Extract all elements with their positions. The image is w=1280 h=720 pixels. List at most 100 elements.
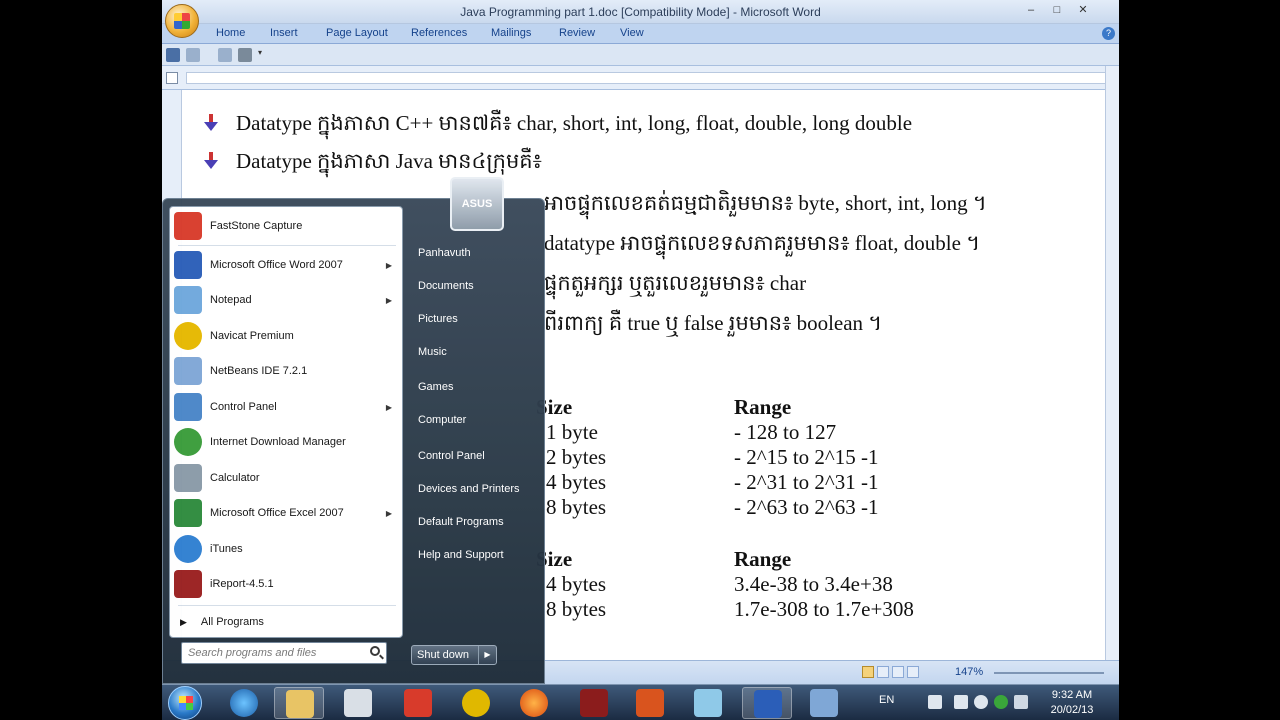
program-netbeans[interactable]: NetBeans IDE 7.2.1: [174, 354, 400, 388]
bullet-arrow-icon: [204, 152, 218, 170]
submenu-arrow-icon: ▶: [385, 295, 392, 305]
tab-insert[interactable]: Insert: [270, 27, 298, 39]
minimize-button[interactable]: –: [1020, 2, 1042, 18]
start-link-computer[interactable]: Computer: [418, 414, 466, 426]
view-buttons[interactable]: [862, 666, 942, 680]
list-item: Datatype ក្នុងភាសា Java មាន៤ក្រុមគឺ៖: [204, 148, 542, 179]
program-notepad[interactable]: Notepad ▶: [174, 283, 400, 317]
program-word-2007[interactable]: Microsoft Office Word 2007 ▶: [174, 248, 400, 282]
tab-page-layout[interactable]: Page Layout: [326, 27, 388, 39]
taskbar-button-explorer[interactable]: [274, 687, 324, 719]
taskbar-button-word[interactable]: [742, 687, 792, 719]
table-cell: 8 bytes: [546, 597, 607, 621]
firefox-icon[interactable]: [520, 689, 548, 717]
start-link-help-support[interactable]: Help and Support: [418, 549, 504, 561]
shutdown-options-arrow-icon[interactable]: ▶: [478, 646, 496, 664]
notepad-taskbar-icon[interactable]: [694, 689, 722, 717]
start-link-music[interactable]: Music: [418, 346, 447, 358]
start-link-default-programs[interactable]: Default Programs: [418, 516, 504, 528]
start-link-user[interactable]: Panhavuth: [418, 247, 471, 259]
list-item: datatype អាចផ្ទុកលេខទសភាគរួមមាន៖ float, …: [544, 231, 981, 255]
list-item: ផ្ទុកតួអក្សរ ឬតួរលេខរួមមាន៖ char: [544, 271, 807, 295]
start-link-games[interactable]: Games: [418, 381, 453, 393]
print-layout-icon[interactable]: [862, 666, 874, 678]
tab-mailings[interactable]: Mailings: [491, 27, 531, 39]
table-cell: - 2^63 to 2^63 -1: [734, 495, 879, 519]
tab-references[interactable]: References: [411, 27, 467, 39]
language-indicator[interactable]: EN: [879, 694, 894, 706]
zoom-slider[interactable]: [994, 672, 1104, 674]
all-programs-button[interactable]: ▶ All Programs: [174, 610, 400, 634]
navicat-taskbar-icon[interactable]: [462, 689, 490, 717]
program-ireport[interactable]: iReport-4.5.1: [174, 567, 400, 601]
web-layout-icon[interactable]: [892, 666, 904, 678]
horizontal-ruler[interactable]: [162, 66, 1119, 90]
program-control-panel[interactable]: Control Panel ▶: [174, 390, 400, 424]
save-icon[interactable]: [166, 48, 180, 62]
help-icon[interactable]: ?: [1102, 27, 1115, 40]
separator: [178, 605, 396, 606]
program-excel-2007[interactable]: Microsoft Office Excel 2007 ▶: [174, 496, 400, 530]
program-faststone-capture[interactable]: FastStone Capture: [174, 209, 400, 243]
print-icon[interactable]: [238, 48, 252, 62]
program-navicat[interactable]: Navicat Premium: [174, 319, 400, 353]
tray-app-icon[interactable]: [1014, 695, 1028, 709]
start-link-documents[interactable]: Documents: [418, 280, 474, 292]
user-picture[interactable]: ASUS: [450, 177, 504, 231]
faststone-capture-icon[interactable]: [404, 689, 432, 717]
presentation-app-icon[interactable]: [636, 689, 664, 717]
start-menu: ASUS FastStone Capture Microsoft Office …: [162, 177, 545, 684]
tab-selector-icon[interactable]: [166, 72, 178, 84]
battery-icon[interactable]: [954, 695, 968, 709]
search-box[interactable]: [181, 642, 387, 664]
sync-icon[interactable]: [994, 695, 1008, 709]
shutdown-button[interactable]: Shut down: [412, 646, 478, 664]
separator: [178, 245, 396, 246]
table-cell: 1 byte: [546, 420, 598, 444]
maximize-button[interactable]: □: [1046, 2, 1068, 18]
tab-review[interactable]: Review: [559, 27, 595, 39]
network-icon[interactable]: [928, 695, 942, 709]
bullet-arrow-icon: [204, 114, 218, 132]
program-idm[interactable]: Internet Download Manager: [174, 425, 400, 459]
start-link-pictures[interactable]: Pictures: [418, 313, 458, 325]
office-logo-icon: [174, 13, 190, 29]
table-cell: 4 bytes: [546, 470, 607, 494]
title-bar: Java Programming part 1.doc [Compatibili…: [162, 0, 1119, 38]
tab-home[interactable]: Home: [216, 27, 245, 39]
outline-icon[interactable]: [907, 666, 919, 678]
start-link-control-panel[interactable]: Control Panel: [418, 450, 485, 462]
quick-access-toolbar: ▾: [162, 44, 1119, 66]
table-cell: 2 bytes: [546, 445, 607, 469]
internet-explorer-icon[interactable]: [230, 689, 258, 717]
table-cell: 3.4e-38 to 3.4e+38: [734, 572, 893, 596]
table-cell: - 128 to 127: [734, 420, 837, 444]
word-taskbar-icon: [754, 690, 782, 718]
table-cell: 8 bytes: [546, 495, 607, 519]
program-calculator[interactable]: Calculator: [174, 461, 400, 495]
calculator-icon: [174, 464, 202, 492]
close-button[interactable]: ✕: [1072, 2, 1094, 18]
control-panel-icon: [174, 393, 202, 421]
program-itunes[interactable]: iTunes: [174, 532, 400, 566]
list-item: Datatype ក្នុងភាសា C++ មាន៧គឺ៖ char, sho…: [204, 110, 912, 141]
redo-icon[interactable]: [218, 48, 232, 62]
full-screen-icon[interactable]: [877, 666, 889, 678]
media-player-icon[interactable]: [344, 689, 372, 717]
system-clock[interactable]: 9:32 AM 20/02/13: [1042, 688, 1102, 718]
book-app-icon[interactable]: [580, 689, 608, 717]
tab-view[interactable]: View: [620, 27, 644, 39]
vertical-scrollbar[interactable]: [1105, 66, 1119, 660]
table-cell: - 2^15 to 2^15 -1: [734, 445, 879, 469]
search-input[interactable]: [182, 643, 362, 663]
volume-icon[interactable]: [974, 695, 988, 709]
zoom-level[interactable]: 147%: [955, 666, 983, 678]
start-button[interactable]: [168, 686, 202, 720]
undo-icon[interactable]: [186, 48, 200, 62]
qat-dropdown-icon[interactable]: ▾: [258, 48, 266, 62]
start-link-devices-printers[interactable]: Devices and Printers: [418, 483, 520, 495]
netbeans-taskbar-icon[interactable]: [810, 689, 838, 717]
excel-icon: [174, 499, 202, 527]
office-button[interactable]: [165, 4, 199, 38]
search-icon[interactable]: [370, 646, 380, 656]
